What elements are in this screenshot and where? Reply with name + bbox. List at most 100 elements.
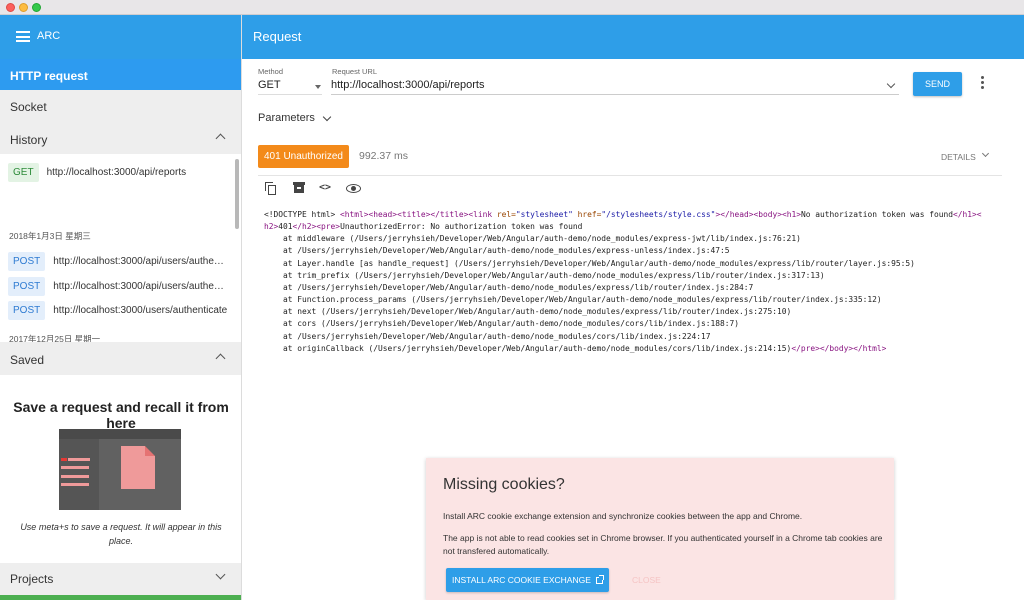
stack-line: at originCallback (/Users/jerryhsieh/Dev… xyxy=(264,343,792,353)
main-header: Request xyxy=(242,15,1024,59)
hamburger-menu-icon[interactable] xyxy=(16,31,30,42)
close-banner-button[interactable]: CLOSE xyxy=(632,575,661,585)
history-item[interactable]: POST http://localhost:3000/api/users/aut… xyxy=(8,275,229,297)
response-body: <!DOCTYPE html> <html><head><title></tit… xyxy=(264,209,1020,355)
page-title: Request xyxy=(253,29,302,44)
status-strip xyxy=(0,595,241,600)
error-message: UnauthorizedError: No authorization toke… xyxy=(340,222,583,232)
rel-attr: rel= xyxy=(496,210,516,219)
chevron-down-icon[interactable] xyxy=(322,112,332,122)
projects-title: Projects xyxy=(10,572,54,586)
history-item-url: http://localhost:3000/api/reports xyxy=(46,166,187,178)
window-minimize-icon[interactable] xyxy=(19,3,28,12)
pre-tag: <pre> xyxy=(316,222,341,232)
history-item[interactable]: GET http://localhost:3000/api/reports xyxy=(8,161,186,183)
saved-illustration-icon xyxy=(59,429,181,510)
h1-tag: <h1> xyxy=(781,210,801,219)
h1-text: No authorization token was found xyxy=(801,210,954,219)
url-input[interactable]: http://localhost:3000/api/reports xyxy=(331,79,899,95)
details-toggle[interactable]: DETAILS xyxy=(941,152,976,162)
stack-line: at trim_prefix (/Users/jerryhsieh/Develo… xyxy=(264,270,825,280)
closing-tags: </pre></body></html> xyxy=(791,343,887,353)
history-item[interactable]: POST http://localhost:3000/users/authent… xyxy=(8,299,227,321)
saved-section-header[interactable]: Saved xyxy=(0,344,241,374)
doctype: <!DOCTYPE html> xyxy=(264,210,336,219)
method-badge: POST xyxy=(8,251,46,271)
sidebar-item-socket[interactable]: Socket xyxy=(0,91,241,122)
sidebar-header: ARC xyxy=(0,15,241,59)
saved-empty-state: Save a request and recall it from here U… xyxy=(0,375,241,563)
history-list: GET http://localhost:3000/api/reports 20… xyxy=(0,154,241,342)
stack-line: at /Users/jerryhsieh/Developer/Web/Angul… xyxy=(264,246,730,256)
h2-open-tag-part: < xyxy=(976,210,982,219)
h2-text: 401 xyxy=(278,222,293,232)
install-button-label: INSTALL ARC COOKIE EXCHANGE xyxy=(452,575,591,585)
send-button[interactable]: SEND xyxy=(913,72,962,96)
head-close-tag: </head> xyxy=(720,210,754,219)
chevron-down-icon[interactable] xyxy=(215,569,226,580)
sidebar: ARC HTTP request Socket History GET http… xyxy=(0,15,242,600)
href-value: "/stylesheets/style.css" xyxy=(601,210,716,219)
history-date: 2017年12月25日 星期一 xyxy=(9,334,101,342)
more-vert-icon[interactable] xyxy=(981,76,984,90)
method-badge: POST xyxy=(8,276,46,296)
chevron-up-icon[interactable] xyxy=(215,133,226,144)
method-badge: POST xyxy=(8,300,46,320)
chevron-down-icon[interactable] xyxy=(981,149,990,158)
eye-icon[interactable] xyxy=(346,181,361,195)
missing-cookies-banner: Missing cookies? Install ARC cookie exch… xyxy=(426,458,894,600)
h2-open-tag-cont: h2> xyxy=(264,222,279,232)
head-tag: <head> xyxy=(368,210,398,219)
app-name: ARC xyxy=(37,30,61,42)
history-section-header[interactable]: History xyxy=(0,124,241,154)
projects-section-header[interactable]: Projects xyxy=(0,563,241,593)
stack-line: at Function.process_params (/Users/jerry… xyxy=(264,295,882,305)
history-item-url: http://localhost:3000/api/users/authenti… xyxy=(53,255,230,267)
divider xyxy=(258,175,1002,176)
method-label: Method xyxy=(258,67,284,76)
stack-line: at /Users/jerryhsieh/Developer/Web/Angul… xyxy=(264,282,754,292)
method-badge: GET xyxy=(8,162,39,182)
app-window: ARC HTTP request Socket History GET http… xyxy=(0,0,1024,600)
history-date: 2018年1月3日 星期三 xyxy=(9,231,91,241)
install-cookie-exchange-button[interactable]: INSTALL ARC COOKIE EXCHANGE xyxy=(446,568,609,592)
html-tag: <html> xyxy=(340,210,369,219)
history-item-url: http://localhost:3000/api/users/authenti… xyxy=(53,280,230,292)
window-close-icon[interactable] xyxy=(6,3,15,12)
saved-heading: Save a request and recall it from here xyxy=(13,399,229,431)
rel-value: "stylesheet" xyxy=(515,210,573,219)
banner-text: The app is not able to read cookies set … xyxy=(443,533,883,556)
window-maximize-icon[interactable] xyxy=(32,3,41,12)
title-close-tag: </title> xyxy=(430,210,469,219)
history-item[interactable]: POST http://localhost:3000/api/users/aut… xyxy=(8,250,229,272)
method-select[interactable]: GET xyxy=(258,79,322,95)
saved-hint: Use meta+s to save a request. It will ap… xyxy=(20,522,222,546)
stack-line: at /Users/jerryhsieh/Developer/Web/Angul… xyxy=(264,331,711,341)
archive-icon[interactable] xyxy=(292,181,306,195)
chevron-up-icon[interactable] xyxy=(215,353,226,364)
banner-text: Install ARC cookie exchange extension an… xyxy=(443,511,803,521)
title-tag: <title> xyxy=(397,210,431,219)
response-time: 992.37 ms xyxy=(359,150,409,162)
saved-title: Saved xyxy=(10,353,45,367)
sidebar-item-http-request[interactable]: HTTP request xyxy=(0,59,241,90)
history-item-url: http://localhost:3000/users/authenticate xyxy=(53,304,228,316)
stack-line: at middleware (/Users/jerryhsieh/Develop… xyxy=(264,234,801,244)
stack-line: at Layer.handle [as handle_request] (/Us… xyxy=(264,258,915,268)
h2-close-tag: </h2> xyxy=(292,222,317,232)
history-scrollbar[interactable] xyxy=(235,159,239,229)
dropdown-arrow-icon[interactable] xyxy=(315,85,321,89)
status-badge: 401 Unauthorized xyxy=(258,145,349,168)
parameters-toggle[interactable]: Parameters xyxy=(258,112,315,124)
window-titlebar xyxy=(0,0,1024,15)
url-label: Request URL xyxy=(332,67,378,76)
copy-icon[interactable] xyxy=(264,181,278,195)
open-in-new-icon xyxy=(595,575,604,584)
stack-line: at next (/Users/jerryhsieh/Developer/Web… xyxy=(264,307,792,317)
h1-close-tag: </h1> xyxy=(953,210,977,219)
stack-line: at cors (/Users/jerryhsieh/Developer/Web… xyxy=(264,319,740,329)
body-tag: <body> xyxy=(753,210,782,219)
banner-title: Missing cookies? xyxy=(443,476,565,493)
code-icon[interactable]: <> xyxy=(319,181,333,195)
link-tag: <link xyxy=(468,210,497,219)
